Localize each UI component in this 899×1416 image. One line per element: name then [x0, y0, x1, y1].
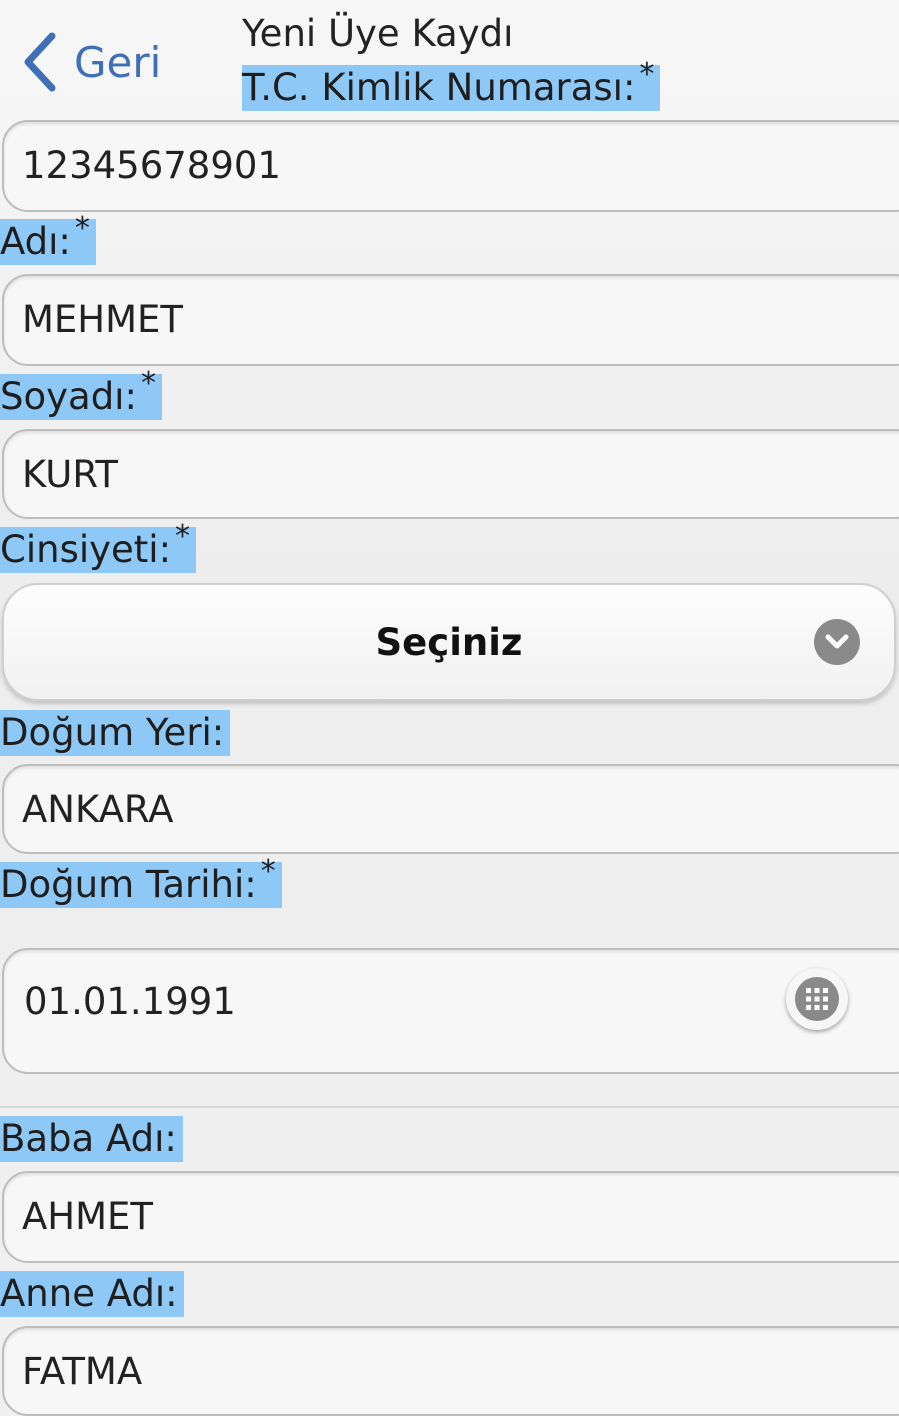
- cinsiyet-label-text: Cinsiyeti:: [0, 528, 172, 571]
- page-title: Yeni Üye Kaydı: [242, 12, 514, 55]
- anne-adi-label: Anne Adı:: [0, 1271, 184, 1317]
- dogum-tarihi-value: 01.01.1991: [24, 980, 236, 1023]
- dogum-tarihi-label: Doğum Tarihi: *: [0, 854, 282, 908]
- chevron-left-icon: [22, 32, 58, 92]
- ad-input[interactable]: MEHMET: [2, 274, 899, 366]
- baba-adi-value: AHMET: [22, 1195, 154, 1238]
- soyad-label: Soyadı: *: [0, 366, 162, 420]
- calendar-button[interactable]: [786, 968, 848, 1030]
- required-marker: *: [140, 366, 156, 401]
- baba-adi-label: Baba Adı:: [0, 1116, 183, 1162]
- ad-label: Adı: *: [0, 211, 96, 265]
- cinsiyet-selected-value: Seçiniz: [375, 621, 523, 664]
- tc-label: T.C. Kimlik Numarası: *: [242, 57, 661, 111]
- dogum-yeri-value: ANKARA: [22, 788, 174, 831]
- soyad-input[interactable]: KURT: [2, 429, 899, 519]
- tc-value: 12345678901: [22, 144, 281, 187]
- required-marker: *: [260, 854, 276, 889]
- required-marker: *: [74, 211, 90, 246]
- dogum-tarihi-input[interactable]: 01.01.1991: [2, 948, 899, 1074]
- baba-adi-label-text: Baba Adı:: [0, 1117, 177, 1160]
- anne-adi-value: FATMA: [22, 1350, 143, 1393]
- ad-label-text: Adı:: [0, 220, 71, 263]
- tc-label-text: T.C. Kimlik Numarası:: [242, 66, 636, 109]
- dogum-yeri-label: Doğum Yeri:: [0, 710, 231, 756]
- registration-screen: Geri Yeni Üye Kaydı T.C. Kimlik Numarası…: [0, 0, 899, 1416]
- dogum-tarihi-label-text: Doğum Tarihi:: [0, 863, 257, 906]
- chevron-down-circle-icon: [814, 619, 860, 665]
- cinsiyet-select[interactable]: Seçiniz: [2, 583, 896, 701]
- soyad-label-text: Soyadı:: [0, 375, 137, 418]
- dogum-yeri-input[interactable]: ANKARA: [2, 764, 899, 854]
- anne-adi-input[interactable]: FATMA: [2, 1326, 899, 1416]
- calendar-grid-icon: [795, 977, 839, 1021]
- anne-adi-label-text: Anne Adı:: [0, 1272, 178, 1315]
- cinsiyet-label: Cinsiyeti: *: [0, 519, 197, 573]
- baba-adi-input[interactable]: AHMET: [2, 1171, 899, 1263]
- ad-value: MEHMET: [22, 298, 184, 341]
- back-button[interactable]: Geri: [22, 30, 161, 94]
- back-label: Geri: [74, 37, 162, 87]
- required-marker: *: [639, 57, 655, 92]
- required-marker: *: [175, 519, 191, 554]
- section-divider: [0, 1106, 899, 1108]
- soyad-value: KURT: [22, 453, 118, 496]
- tc-input[interactable]: 12345678901: [2, 120, 899, 212]
- dogum-yeri-label-text: Doğum Yeri:: [0, 711, 225, 754]
